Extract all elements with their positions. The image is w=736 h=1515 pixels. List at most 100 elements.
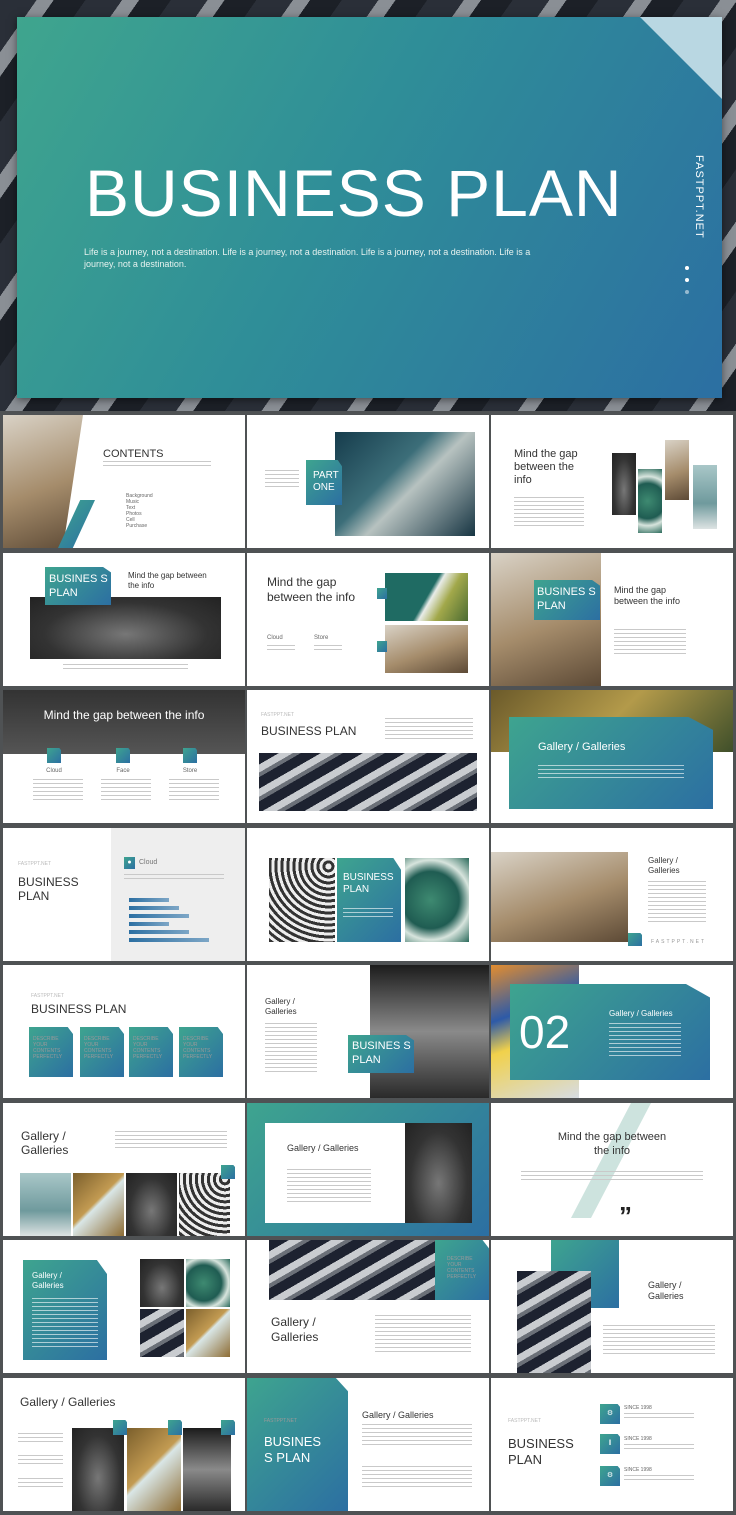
slide-title: Mind the gap between the info — [128, 571, 207, 590]
describe-card: DESCRIBE YOUR CONTENTS PERFECTLY — [179, 1027, 223, 1077]
title-card — [337, 858, 401, 942]
slide-title: Mind the gap between the info — [514, 448, 578, 486]
column-label: Cloud — [46, 768, 62, 774]
building-photo — [269, 1240, 437, 1300]
building-photo — [517, 1271, 591, 1373]
bars-icon: ‖ — [600, 1434, 620, 1454]
slide-gallery-three-photos[interactable]: Gallery / Galleries — [3, 1378, 245, 1511]
body-text — [624, 1413, 694, 1419]
slide-title: Gallery / Galleries — [20, 1395, 116, 1409]
cloud-label: Cloud — [267, 635, 283, 641]
title-card: BUSINESS PLAN Life is a journey, not a d… — [17, 17, 722, 398]
photo — [140, 1259, 184, 1307]
slide-gallery-four-photos[interactable]: Gallery / Galleries — [3, 1103, 245, 1236]
body-text — [265, 470, 299, 488]
diagonal-strip — [571, 1103, 651, 1218]
panel-title: BUSINES S PLAN — [264, 1434, 322, 1465]
body-text — [33, 779, 83, 801]
column-label: Face — [116, 768, 130, 774]
city-photo — [370, 965, 489, 1098]
body-text — [18, 1478, 63, 1488]
slide-four-cards[interactable]: FASTPPT.NET BUSINESS PLAN DESCRIBE YOUR … — [3, 965, 245, 1098]
column-label: Store — [182, 768, 198, 774]
badge-text: BUSINES S PLAN — [49, 573, 108, 599]
slide-mind-gap[interactable]: Mind the gap between the info — [491, 415, 733, 548]
photo — [665, 440, 689, 500]
bar-chart — [129, 898, 229, 948]
slide-business-plan-elephant[interactable]: BUSINES S PLAN Mind the gap between the … — [3, 553, 245, 686]
body-text — [101, 779, 151, 801]
body-text — [169, 779, 219, 801]
slide-section-02[interactable]: 02 Gallery / Galleries — [491, 965, 733, 1098]
photo — [612, 453, 636, 515]
title-slide[interactable]: BUSINESS PLAN Life is a journey, not a d… — [0, 0, 736, 411]
slide-gallery-stacked[interactable]: Gallery / Galleries — [491, 1240, 733, 1373]
gear-icon: ⚙ — [600, 1404, 620, 1424]
body-text — [18, 1455, 63, 1465]
slide-gallery-city[interactable]: Gallery / Galleries BUSINES S PLAN — [247, 965, 489, 1098]
slide-quote[interactable]: Mind the gap between the info ” — [491, 1103, 733, 1236]
slide-title: Gallery / Galleries — [271, 1315, 319, 1344]
photo — [72, 1428, 124, 1511]
body-text — [521, 1171, 703, 1181]
slide-title: BUSINESS PLAN — [18, 875, 79, 903]
face-icon — [116, 748, 130, 763]
describe-card: DESCRIBE YOUR CONTENTS PERFECTLY — [129, 1027, 173, 1077]
hero-brand: FASTPPT.NET — [693, 155, 705, 239]
coast-photo — [385, 573, 468, 621]
body-text — [115, 1131, 227, 1151]
body-text — [385, 718, 473, 740]
chart-label: Cloud — [139, 859, 158, 866]
accent-square — [221, 1420, 235, 1435]
timeline-label: SINCE 1998 — [624, 1436, 652, 1442]
slide-gallery-office[interactable]: Gallery / Galleries FASTPPT.NET — [491, 828, 733, 961]
body-text — [32, 1298, 98, 1350]
slide-title: Gallery / Galleries — [538, 741, 626, 753]
hero-subtitle: Life is a journey, not a destination. Li… — [84, 247, 531, 269]
wave-photo — [269, 858, 335, 942]
slide-gallery-grid[interactable]: Gallery / Galleries — [3, 1240, 245, 1373]
badge-text: DESCRIBE YOUR CONTENTS PERFECTLY — [447, 1256, 477, 1280]
accent-square — [377, 641, 387, 652]
office-photo — [491, 852, 628, 942]
slide-cloud-store[interactable]: Mind the gap between the info Cloud Stor… — [247, 553, 489, 686]
slide-part-one[interactable]: PART ONE — [247, 415, 489, 548]
slide-business-plan-gallery[interactable]: FASTPPT.NET BUSINES S PLAN Gallery / Gal… — [247, 1378, 489, 1511]
slide-title: BUSINESS PLAN — [343, 872, 394, 895]
folded-corner — [640, 17, 722, 99]
photo — [73, 1173, 124, 1236]
slide-three-columns[interactable]: Mind the gap between the info Cloud Face… — [3, 690, 245, 823]
photo — [126, 1173, 177, 1236]
slide-contents[interactable]: CONTENTS Background Music Text Photos Cell Pu… — [3, 415, 245, 548]
body-text — [362, 1466, 472, 1488]
slide-title: Gallery / Galleries — [609, 1009, 673, 1018]
slide-business-plan-chart[interactable]: FASTPPT.NET BUSINESS PLAN ● Cloud — [3, 828, 245, 961]
body-text — [609, 1023, 681, 1057]
bar — [129, 906, 179, 910]
describe-card: DESCRIBE YOUR CONTENTS PERFECTLY — [80, 1027, 124, 1077]
sea-photo — [405, 858, 469, 942]
slide-gallery-describe[interactable]: DESCRIBE YOUR CONTENTS PERFECTLY Gallery… — [247, 1240, 489, 1373]
badge-text: BUSINES S PLAN — [352, 1040, 411, 1066]
aerial-photo — [335, 432, 475, 536]
slide-title: Mind the gap between the info — [557, 1131, 667, 1157]
slide-gallery-card[interactable]: Gallery / Galleries — [491, 690, 733, 823]
body-text — [267, 645, 295, 651]
slide-business-plan-building[interactable]: FASTPPT.NET BUSINESS PLAN — [247, 690, 489, 823]
gallery-card — [509, 717, 713, 809]
photo — [186, 1259, 230, 1307]
accent-square — [168, 1420, 182, 1435]
body-text — [103, 461, 211, 467]
slide-gallery-elephant[interactable]: Gallery / Galleries — [247, 1103, 489, 1236]
body-text — [343, 908, 393, 918]
slide-business-plan-office[interactable]: BUSINES S PLAN Mind the gap between the … — [491, 553, 733, 686]
accent-square — [221, 1165, 235, 1179]
slide-business-plan-triptych[interactable]: BUSINESS PLAN — [247, 828, 489, 961]
body-text — [624, 1444, 694, 1450]
body-text — [538, 765, 684, 779]
dot-icon — [685, 266, 689, 270]
body-text — [624, 1475, 694, 1481]
slide-title: Gallery / Galleries — [648, 856, 680, 875]
body-text — [314, 645, 342, 651]
slide-business-plan-timeline[interactable]: FASTPPT.NET BUSINESS PLAN ⚙ ‖ ⚙ SINCE 19… — [491, 1378, 733, 1511]
